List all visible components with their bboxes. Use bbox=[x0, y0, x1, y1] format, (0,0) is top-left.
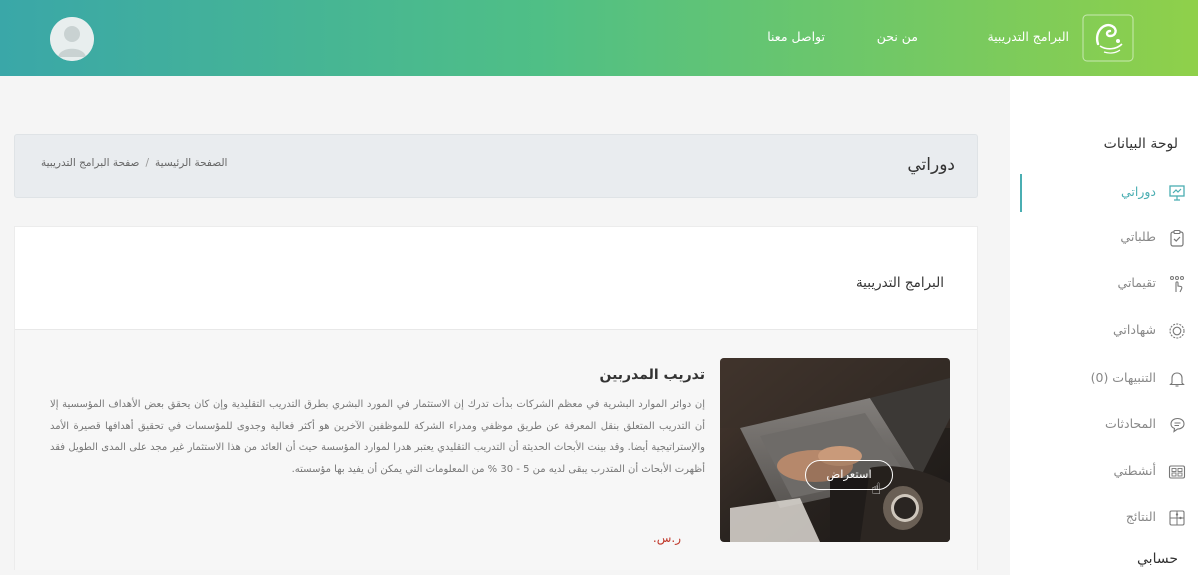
section-title: البرامج التدريبية bbox=[855, 275, 944, 291]
page-title: دوراتي bbox=[907, 155, 955, 175]
sidebar-item-label: أنشطتي bbox=[1113, 463, 1156, 478]
breadcrumb: الصفحة الرئيسية / صفحة البرامج التدريبية bbox=[41, 157, 227, 169]
breadcrumb-home-link[interactable]: الصفحة الرئيسية bbox=[155, 157, 227, 169]
sidebar-item-label: تقيماتي bbox=[1117, 275, 1156, 290]
course-price: ر.س. bbox=[652, 531, 681, 545]
sidebar-item-my-requests[interactable]: طلباتي bbox=[1020, 219, 1198, 257]
course-title[interactable]: تدريب المدربين bbox=[599, 367, 705, 383]
sidebar-item-label: طلباتي bbox=[1120, 229, 1156, 244]
rating-hand-icon bbox=[1168, 275, 1186, 293]
breadcrumb-separator: / bbox=[145, 157, 150, 169]
programs-card: البرامج التدريبية استعراض ☝ تدريب المدرب… bbox=[14, 226, 978, 570]
sidebar-item-label: التنبيهات (0) bbox=[1090, 370, 1156, 385]
sidebar-item-my-courses[interactable]: دوراتي bbox=[1020, 174, 1198, 212]
course-description: إن دوائر الموارد البشرية في معظم الشركات… bbox=[50, 399, 705, 475]
brand-logo-icon[interactable] bbox=[1082, 14, 1134, 62]
sidebar-item-my-ratings[interactable]: تقيماتي bbox=[1020, 265, 1198, 303]
results-puzzle-icon bbox=[1168, 509, 1186, 527]
clipboard-check-icon bbox=[1168, 229, 1186, 247]
sidebar-item-label: المحادثات bbox=[1104, 416, 1156, 431]
sidebar-account-heading[interactable]: حسابي bbox=[1137, 551, 1178, 567]
chat-icon bbox=[1168, 416, 1186, 434]
course-image[interactable] bbox=[720, 358, 950, 542]
sidebar-heading: لوحة البيانات bbox=[1103, 136, 1178, 152]
sidebar-item-my-certificates[interactable]: شهاداتي bbox=[1020, 312, 1198, 350]
sidebar-item-label: دوراتي bbox=[1120, 184, 1156, 199]
top-navbar: البرامج التدريبية من نحن تواصل معنا bbox=[0, 0, 1198, 76]
nav-link-programs[interactable]: البرامج التدريبية bbox=[987, 29, 1069, 44]
sidebar-item-label: شهاداتي bbox=[1113, 322, 1156, 337]
nav-link-contact[interactable]: تواصل معنا bbox=[767, 29, 825, 44]
presentation-icon bbox=[1168, 184, 1186, 202]
sidebar-item-label: النتائج bbox=[1125, 509, 1156, 524]
nav-link-about[interactable]: من نحن bbox=[877, 29, 918, 44]
user-avatar-icon[interactable] bbox=[50, 17, 94, 61]
page-title-bar: دوراتي الصفحة الرئيسية / صفحة البرامج التد… bbox=[14, 134, 978, 198]
sidebar-item-notifications[interactable]: التنبيهات (0) bbox=[1020, 360, 1198, 398]
course-item: استعراض ☝ تدريب المدربين إن دوائر الموار… bbox=[15, 330, 977, 570]
certificate-badge-icon bbox=[1168, 322, 1186, 340]
sidebar-item-my-activities[interactable]: أنشطتي bbox=[1020, 453, 1198, 491]
bell-icon bbox=[1168, 370, 1186, 388]
sidebar-item-results[interactable]: النتائج bbox=[1020, 499, 1198, 537]
view-course-button[interactable]: استعراض bbox=[805, 460, 893, 490]
activities-icon bbox=[1168, 463, 1186, 481]
breadcrumb-current: صفحة البرامج التدريبية bbox=[41, 157, 140, 169]
sidebar-item-conversations[interactable]: المحادثات bbox=[1020, 406, 1198, 444]
dashboard-sidebar: لوحة البيانات دوراتي طلباتي تقيماتي شهاد… bbox=[1010, 76, 1198, 575]
